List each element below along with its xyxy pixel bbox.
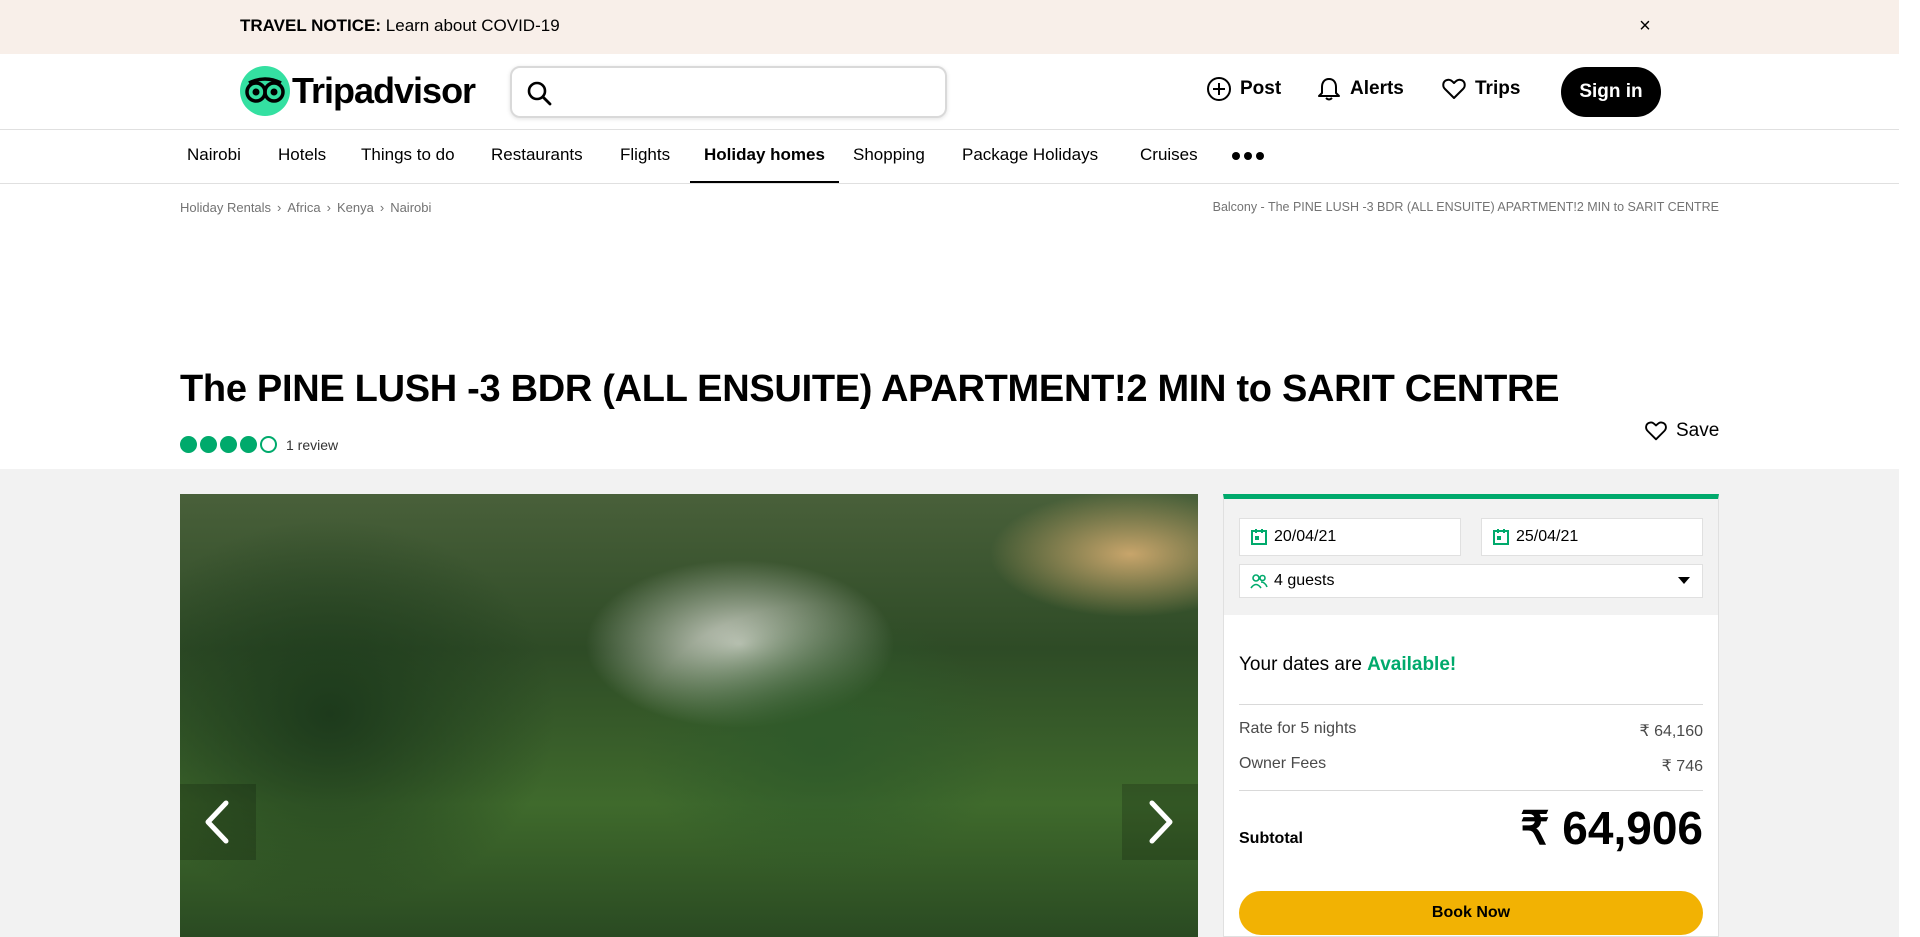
- nav-item-shopping[interactable]: Shopping: [853, 130, 925, 183]
- trips-link[interactable]: Trips: [1441, 76, 1520, 102]
- next-photo-button[interactable]: [1122, 784, 1198, 860]
- rating-bubble-empty: [260, 436, 277, 453]
- divider: [1239, 704, 1703, 705]
- chevron-down-icon: [1678, 577, 1690, 584]
- breadcrumb-nairobi[interactable]: Nairobi: [390, 200, 431, 215]
- travel-notice-link[interactable]: TRAVEL NOTICE: Learn about COVID-19: [240, 16, 560, 36]
- booking-panel: 20/04/21 25/04/21 4 guests Your dates ar…: [1223, 494, 1719, 937]
- property-photo[interactable]: [180, 494, 1198, 937]
- alerts-label: Alerts: [1350, 78, 1404, 99]
- close-icon[interactable]: ×: [1634, 15, 1656, 37]
- breadcrumb-holiday-rentals[interactable]: Holiday Rentals: [180, 200, 271, 215]
- nav-item-things-to-do[interactable]: Things to do: [361, 130, 455, 183]
- travel-notice-text: Learn about COVID-19: [385, 16, 560, 35]
- heart-icon: [1442, 78, 1466, 99]
- availability-prefix: Your dates are: [1239, 654, 1362, 675]
- sign-in-button[interactable]: Sign in: [1561, 67, 1661, 117]
- chevron-right-icon: ›: [277, 200, 282, 215]
- travel-notice-label: TRAVEL NOTICE:: [240, 16, 382, 35]
- rating-bubble-filled: [240, 436, 257, 453]
- check-out-field[interactable]: 25/04/21: [1481, 518, 1703, 556]
- chevron-left-icon: [205, 800, 229, 844]
- subtotal-label: Subtotal: [1239, 830, 1303, 847]
- photo-caption: Balcony - The PINE LUSH -3 BDR (ALL ENSU…: [1212, 200, 1719, 214]
- nav-item-flights[interactable]: Flights: [620, 130, 670, 183]
- site-header: Tripadvisor Post Alerts Trips Sign in: [0, 54, 1899, 130]
- check-in-field[interactable]: 20/04/21: [1239, 518, 1461, 556]
- nav-item-holiday-homes[interactable]: Holiday homes: [690, 130, 839, 183]
- booking-form: 20/04/21 25/04/21 4 guests: [1224, 499, 1718, 615]
- post-label: Post: [1240, 78, 1282, 99]
- calendar-icon: [1493, 529, 1509, 545]
- nav-item-restaurants[interactable]: Restaurants: [491, 130, 583, 183]
- nav-item-cruises[interactable]: Cruises: [1140, 130, 1198, 183]
- tripadvisor-logo[interactable]: Tripadvisor: [240, 66, 476, 116]
- rating-bubble-filled: [220, 436, 237, 453]
- guests-icon: [1250, 574, 1268, 589]
- bell-icon: [1318, 78, 1340, 101]
- owl-logo-icon: [240, 66, 290, 116]
- plus-circle-icon: [1207, 77, 1231, 101]
- page-title: The PINE LUSH -3 BDR (ALL ENSUITE) APART…: [180, 368, 1560, 410]
- divider: [1239, 790, 1703, 791]
- book-now-button[interactable]: Book Now: [1239, 891, 1703, 935]
- category-nav: Nairobi Hotels Things to do Restaurants …: [0, 130, 1899, 184]
- breadcrumb-africa[interactable]: Africa: [287, 200, 320, 215]
- rating-bubbles[interactable]: 1 review: [180, 436, 338, 453]
- nav-item-hotels[interactable]: Hotels: [278, 130, 326, 183]
- nav-item-package-holidays[interactable]: Package Holidays: [962, 130, 1098, 183]
- trips-label: Trips: [1475, 78, 1521, 99]
- chevron-right-icon: [1149, 800, 1173, 844]
- rate-value: ₹ 64,160: [1639, 723, 1703, 740]
- guests-select[interactable]: 4 guests: [1239, 564, 1703, 598]
- save-label: Save: [1676, 420, 1720, 441]
- chevron-right-icon: ›: [326, 200, 331, 215]
- fees-label: Owner Fees: [1239, 755, 1327, 772]
- save-button[interactable]: Save: [1644, 419, 1719, 443]
- search-icon: [527, 81, 552, 106]
- availability-status: Available!: [1367, 654, 1457, 675]
- heart-icon: [1645, 421, 1667, 441]
- alerts-link[interactable]: Alerts: [1316, 76, 1404, 102]
- chevron-right-icon: ›: [379, 200, 385, 215]
- rate-label: Rate for 5 nights: [1239, 720, 1357, 737]
- calendar-icon: [1251, 529, 1267, 545]
- breadcrumb: Holiday Rentals › Africa › Kenya › Nairo…: [180, 200, 431, 215]
- availability-message: Your dates are Available!: [1239, 654, 1456, 676]
- travel-notice-bar: TRAVEL NOTICE: Learn about COVID-19 ×: [0, 0, 1899, 54]
- check-in-value: 20/04/21: [1274, 528, 1337, 545]
- previous-photo-button[interactable]: [180, 784, 256, 860]
- rating-bubble-filled: [180, 436, 197, 453]
- breadcrumb-kenya[interactable]: Kenya: [337, 200, 374, 215]
- guests-value: 4 guests: [1274, 572, 1335, 589]
- post-link[interactable]: Post: [1206, 76, 1281, 102]
- search-input[interactable]: [510, 66, 947, 118]
- rating-bubble-filled: [200, 436, 217, 453]
- logo-wordmark: Tripadvisor: [292, 70, 476, 111]
- review-count-link[interactable]: 1 review: [286, 437, 338, 453]
- subtotal-value: ₹ 64,906: [1520, 802, 1703, 854]
- fees-value: ₹ 746: [1661, 758, 1703, 775]
- nav-item-nairobi[interactable]: Nairobi: [187, 130, 241, 183]
- more-icon[interactable]: [1232, 152, 1264, 160]
- check-out-value: 25/04/21: [1516, 528, 1579, 545]
